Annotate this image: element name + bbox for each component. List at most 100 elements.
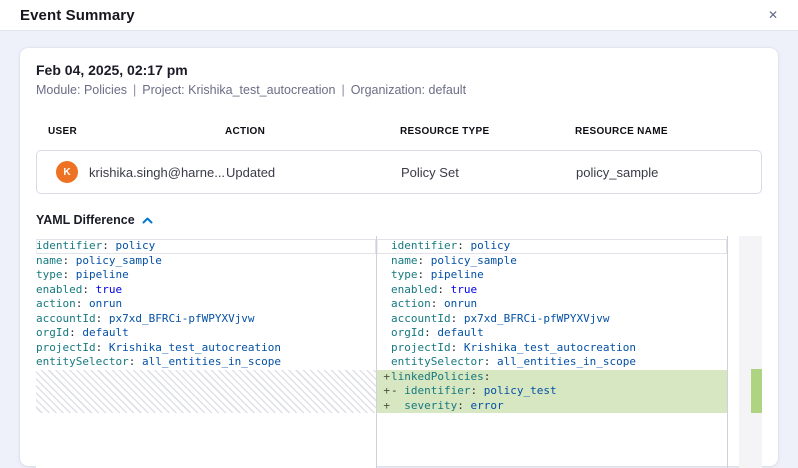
column-header-resource-type: RESOURCE TYPE xyxy=(400,126,575,137)
code-token-value: Krishika_test_autocreation xyxy=(109,341,281,354)
diff-line: enabled: true xyxy=(377,283,727,298)
code-token-plain: : xyxy=(69,326,82,339)
code-token-value: error xyxy=(470,399,503,412)
user-email: krishika.singh@harne... xyxy=(89,165,225,180)
diff-line-added: +- identifier: policy_test xyxy=(377,384,727,399)
resource-name-cell: policy_sample xyxy=(576,165,761,180)
diff-line: identifier: policy xyxy=(36,239,376,254)
code-token-plain: : xyxy=(96,341,109,354)
code-token-plain: : xyxy=(63,268,76,281)
code-token-keyword: true xyxy=(451,283,478,296)
code-token-keyword: true xyxy=(96,283,123,296)
code-token-value: Krishika_test_autocreation xyxy=(464,341,636,354)
diff-gutter-marker: + xyxy=(377,384,391,399)
event-card: Feb 04, 2025, 02:17 pm Module: Policies |… xyxy=(20,48,778,466)
code-token-key: severity xyxy=(404,399,457,412)
page-title: Event Summary xyxy=(20,7,135,24)
audit-table-header: USER ACTION RESOURCE TYPE RESOURCE NAME xyxy=(36,126,762,137)
diff-missing-lines-placeholder xyxy=(36,370,376,414)
column-header-resource-name: RESOURCE NAME xyxy=(575,126,762,137)
code-token-key: action xyxy=(36,297,76,310)
code-token-value: policy_sample xyxy=(431,254,517,267)
code-token-key: accountId xyxy=(36,312,96,325)
avatar: K xyxy=(56,161,78,183)
code-token-value: onrun xyxy=(444,297,477,310)
code-token-plain: : xyxy=(418,254,431,267)
diff-overview-ruler[interactable] xyxy=(739,236,762,468)
diff-line: accountId: px7xd_BFRCi-pfWPYXVjvw xyxy=(36,312,376,327)
code-token-key: orgId xyxy=(36,326,69,339)
diff-line: accountId: px7xd_BFRCi-pfWPYXVjvw xyxy=(377,312,727,327)
action-cell: Updated xyxy=(226,165,401,180)
added-lines-ruler-marker xyxy=(751,369,762,413)
project-label: Project: Krishika_test_autocreation xyxy=(142,83,335,97)
code-token-plain: : xyxy=(431,297,444,310)
code-token-value: default xyxy=(437,326,483,339)
diff-pane-modified[interactable]: identifier: policyname: policy_sampletyp… xyxy=(377,236,728,468)
code-token-plain: : xyxy=(484,370,491,383)
diff-line: action: onrun xyxy=(377,297,727,312)
code-token-plain: : xyxy=(470,384,483,397)
diff-gutter-marker: + xyxy=(377,370,391,385)
code-token-value: default xyxy=(82,326,128,339)
diff-gutter-marker: + xyxy=(377,399,391,414)
module-label: Module: Policies xyxy=(36,83,127,97)
diff-pane-original[interactable]: identifier: policyname: policy_sampletyp… xyxy=(36,236,377,468)
column-header-user: USER xyxy=(36,126,225,137)
code-token-plain: : xyxy=(418,268,431,281)
yaml-difference-label: YAML Difference xyxy=(36,213,135,227)
diff-line: name: policy_sample xyxy=(377,254,727,269)
diff-line-added: + severity: error xyxy=(377,399,727,414)
code-token-plain: : xyxy=(63,254,76,267)
event-summary-modal: { "header": { "title": "Event Summary", … xyxy=(0,0,798,446)
code-token-plain: : xyxy=(76,297,89,310)
diff-line: identifier: policy xyxy=(377,239,727,254)
user-cell: K krishika.singh@harne... xyxy=(37,161,226,183)
code-token-value: policy xyxy=(470,239,510,252)
code-token-key: identifier xyxy=(391,239,457,252)
code-token-value: policy_sample xyxy=(76,254,162,267)
code-token-plain: : xyxy=(457,399,470,412)
code-token-plain: : xyxy=(457,239,470,252)
meta-separator: | xyxy=(341,83,344,97)
diff-line: entitySelector: all_entities_in_scope xyxy=(377,355,727,370)
code-token-plain: : xyxy=(484,355,497,368)
code-token-key: name xyxy=(391,254,418,267)
diff-line: enabled: true xyxy=(36,283,376,298)
code-token-value: policy_test xyxy=(484,384,557,397)
code-token-key: projectId xyxy=(36,341,96,354)
code-token-key: enabled xyxy=(391,283,437,296)
code-token-key: linkedPolicies xyxy=(391,370,484,383)
diff-line: type: pipeline xyxy=(36,268,376,283)
yaml-difference-toggle[interactable]: YAML Difference xyxy=(36,213,153,227)
diff-line-added: +linkedPolicies: xyxy=(377,370,727,385)
code-token-key: type xyxy=(36,268,63,281)
diff-line: orgId: default xyxy=(377,326,727,341)
code-token-value: policy xyxy=(115,239,155,252)
code-token-value: px7xd_BFRCi-pfWPYXVjvw xyxy=(464,312,610,325)
code-token-value: all_entities_in_scope xyxy=(142,355,281,368)
code-token-plain: - xyxy=(391,384,404,397)
diff-line: name: policy_sample xyxy=(36,254,376,269)
code-token-plain: : xyxy=(96,312,109,325)
meta-separator: | xyxy=(133,83,136,97)
code-token-plain: : xyxy=(451,312,464,325)
code-token-plain: : xyxy=(437,283,450,296)
code-token-value: pipeline xyxy=(431,268,484,281)
code-token-key: action xyxy=(391,297,431,310)
diff-line: action: onrun xyxy=(36,297,376,312)
code-token-key: type xyxy=(391,268,418,281)
code-token-plain: : xyxy=(129,355,142,368)
code-token-plain: : xyxy=(82,283,95,296)
diff-line: projectId: Krishika_test_autocreation xyxy=(377,341,727,356)
diff-line: orgId: default xyxy=(36,326,376,341)
code-token-plain: : xyxy=(424,326,437,339)
code-token-plain: : xyxy=(451,341,464,354)
code-token-plain xyxy=(391,399,404,412)
code-token-value: pipeline xyxy=(76,268,129,281)
event-timestamp: Feb 04, 2025, 02:17 pm xyxy=(36,62,762,78)
code-token-key: name xyxy=(36,254,63,267)
close-icon[interactable]: ✕ xyxy=(766,7,780,23)
code-token-key: entitySelector xyxy=(36,355,129,368)
diff-line: projectId: Krishika_test_autocreation xyxy=(36,341,376,356)
